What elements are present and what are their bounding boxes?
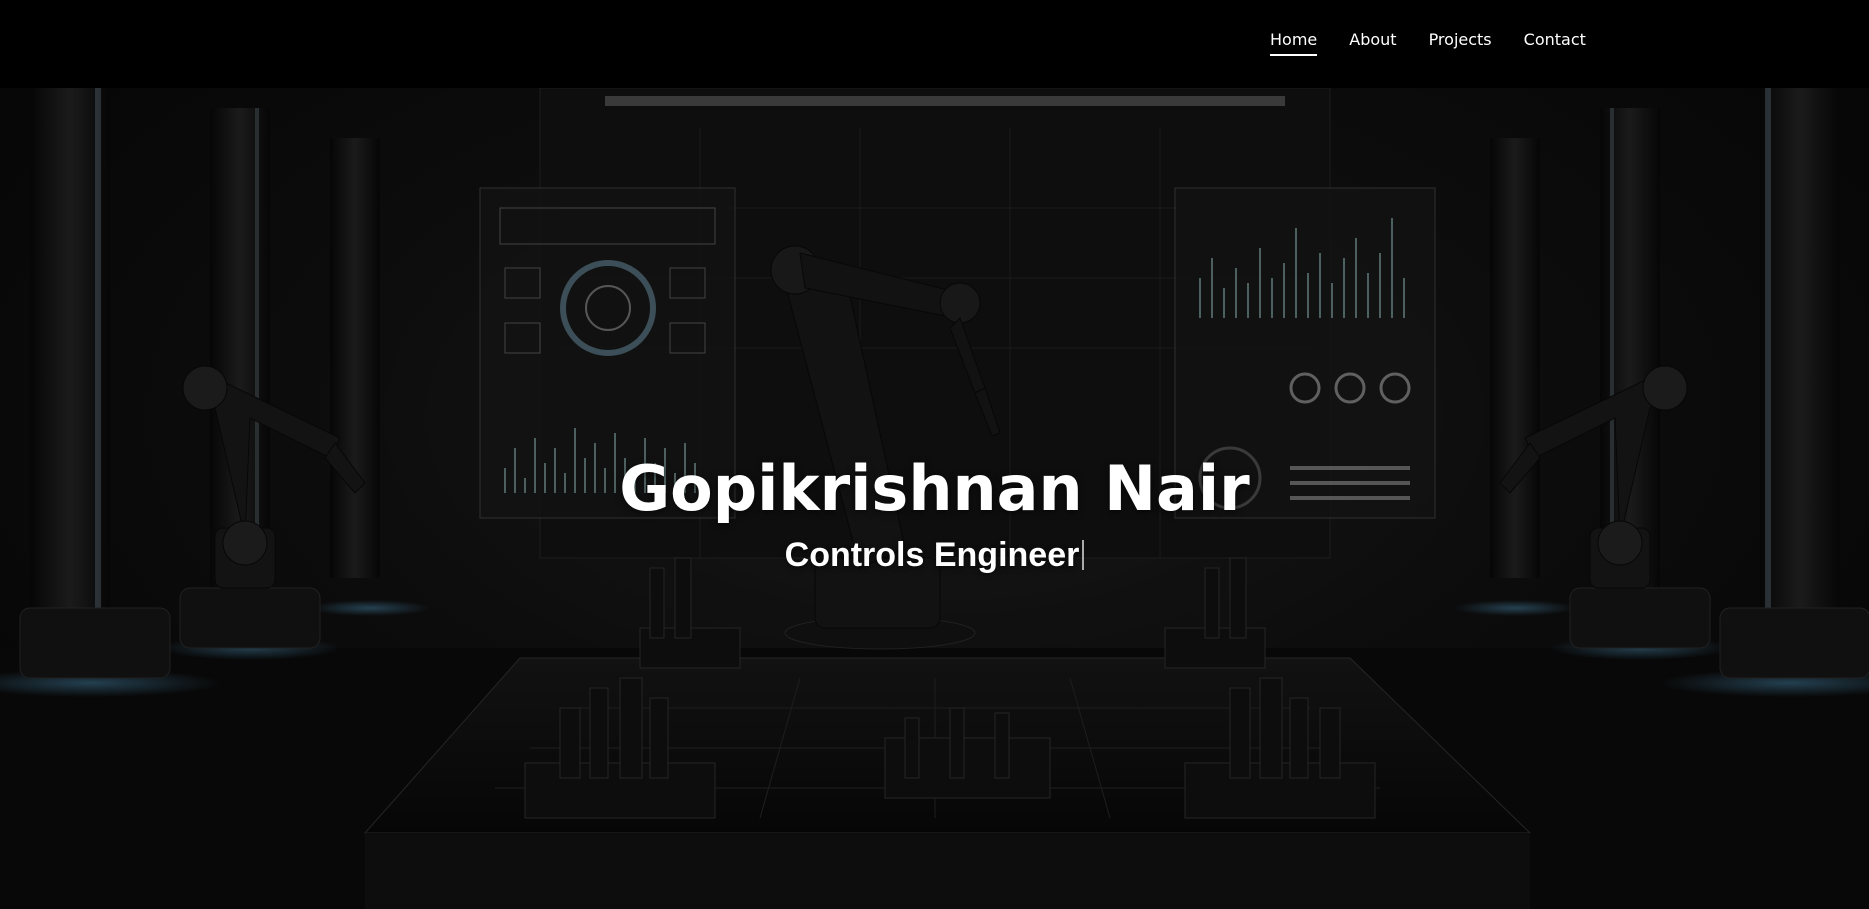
nav-contact-link[interactable]: Contact xyxy=(1524,30,1586,56)
top-navbar: Home About Projects Contact xyxy=(0,0,1869,88)
nav-home-link[interactable]: Home xyxy=(1270,30,1318,56)
typing-cursor xyxy=(1082,540,1085,570)
hero-subtitle-container: Controls Engineer xyxy=(0,536,1869,575)
hero-section: Gopikrishnan Nair Controls Engineer xyxy=(0,88,1869,909)
hero-role-text: Controls Engineer xyxy=(784,536,1080,574)
nav-links: Home About Projects Contact xyxy=(1270,30,1586,56)
nav-projects-link[interactable]: Projects xyxy=(1429,30,1492,56)
hero-name-heading: Gopikrishnan Nair xyxy=(619,452,1250,525)
nav-about-link[interactable]: About xyxy=(1349,30,1396,56)
